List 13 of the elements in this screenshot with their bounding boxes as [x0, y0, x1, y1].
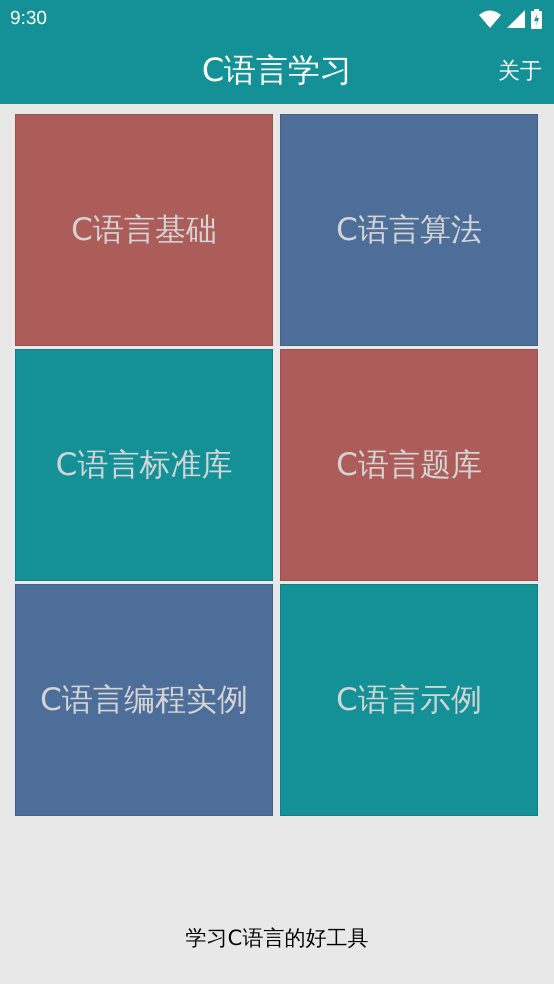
- about-button[interactable]: 关于: [498, 56, 542, 86]
- menu-tile[interactable]: C语言题库: [280, 349, 538, 581]
- menu-tile[interactable]: C语言基础: [15, 114, 273, 346]
- menu-tile[interactable]: C语言标准库: [15, 349, 273, 581]
- battery-icon: [531, 9, 542, 29]
- signal-icon: [507, 10, 525, 28]
- status-time: 9:30: [10, 8, 47, 30]
- footer-text: 学习C语言的好工具: [184, 925, 370, 952]
- menu-tile[interactable]: C语言算法: [280, 114, 538, 346]
- menu-tile[interactable]: C语言编程实例: [15, 584, 273, 816]
- menu-tile[interactable]: C语言示例: [280, 584, 538, 816]
- wifi-icon: [479, 10, 501, 28]
- app-title: C语言学习: [202, 50, 352, 91]
